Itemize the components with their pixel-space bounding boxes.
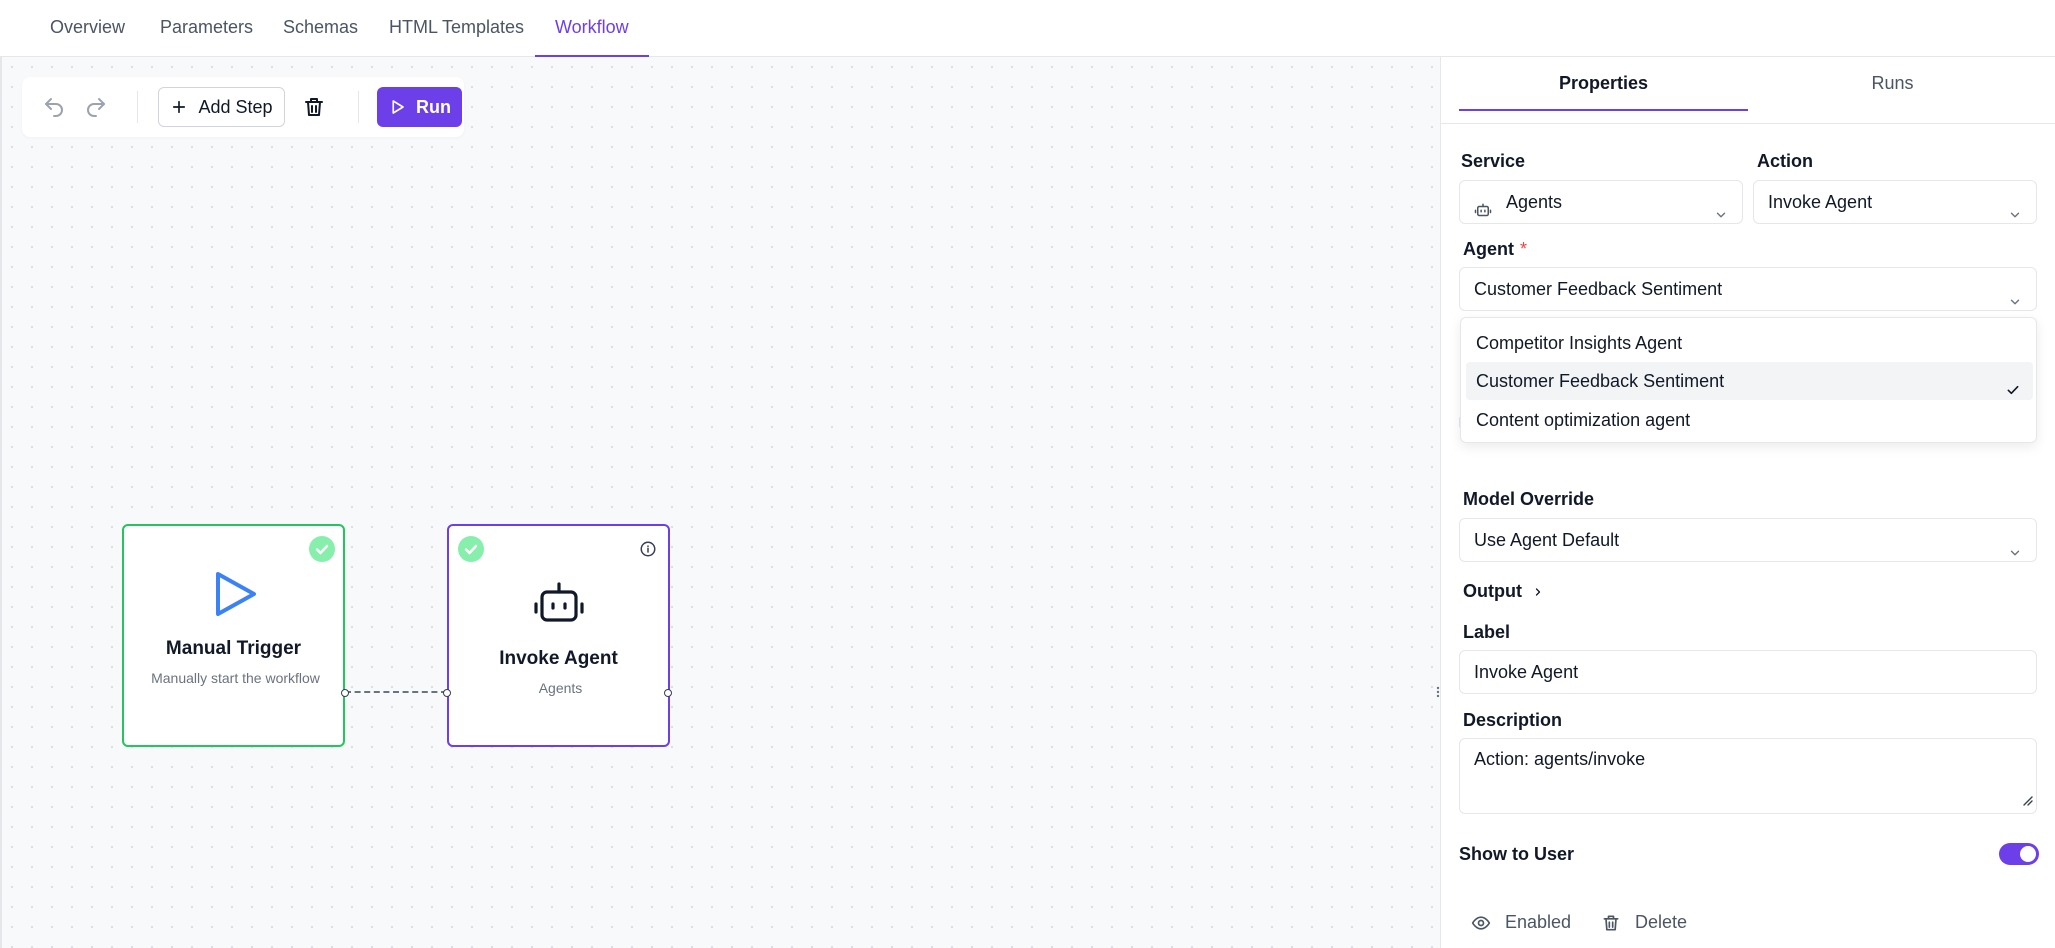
run-label: Run	[416, 96, 451, 117]
invoke-agent-node[interactable]: Invoke Agent Agents	[443, 524, 672, 747]
chevron-down-icon	[1714, 195, 1728, 218]
output-handle[interactable]	[664, 689, 672, 697]
robot-icon	[533, 580, 585, 631]
required-mark: *	[1520, 239, 1528, 259]
toolbar-divider	[137, 91, 138, 123]
workflow-canvas[interactable]: Add Step Run	[0, 57, 1440, 948]
agent-option[interactable]: Competitor Insights Agent	[1466, 324, 2033, 362]
success-check-icon	[309, 536, 335, 562]
run-button[interactable]: Run	[377, 87, 462, 127]
service-label: Service	[1461, 151, 1526, 171]
node-subtitle: Manually start the workflow	[151, 670, 320, 686]
resize-grip-icon[interactable]	[2021, 790, 2033, 811]
check-icon	[2005, 373, 2021, 395]
tab-runs[interactable]: Runs	[1748, 57, 2037, 111]
manual-trigger-node[interactable]: Manual Trigger Manually start the workfl…	[122, 524, 349, 747]
trash-icon	[1603, 915, 1619, 930]
agent-dropdown-list: Competitor Insights Agent Customer Feedb…	[1460, 317, 2037, 443]
tab-schemas[interactable]: Schemas	[263, 0, 378, 57]
delete-label: Delete	[1635, 912, 1688, 932]
tab-html-templates[interactable]: HTML Templates	[369, 0, 544, 57]
undo-icon[interactable]	[42, 95, 66, 119]
properties-panel: Properties Runs Service Action Agents In…	[1440, 57, 2055, 948]
tab-properties[interactable]: Properties	[1459, 57, 1748, 111]
robot-icon	[1474, 193, 1492, 235]
agent-option[interactable]: Content optimization agent	[1466, 401, 2033, 439]
add-step-button[interactable]: Add Step	[158, 87, 285, 127]
output-handle[interactable]	[341, 689, 349, 697]
node-subtitle: Agents	[538, 680, 583, 696]
chevron-down-icon	[2008, 195, 2022, 218]
panel-divider	[1441, 123, 2055, 124]
description-textarea[interactable]: Action: agents/invoke	[1459, 738, 2037, 814]
top-tab-bar: Overview Parameters Schemas HTML Templat…	[0, 0, 2055, 57]
agent-option-selected[interactable]: Customer Feedback Sentiment	[1466, 362, 2033, 400]
model-override-select[interactable]: Use Agent Default	[1459, 518, 2037, 562]
show-to-user-label: Show to User	[1459, 844, 1575, 864]
tab-overview[interactable]: Overview	[30, 0, 145, 57]
input-handle[interactable]	[443, 689, 451, 697]
description-label: Description	[1463, 710, 1563, 730]
node-title: Manual Trigger	[165, 638, 302, 659]
agent-select[interactable]: Customer Feedback Sentiment	[1459, 267, 2037, 311]
service-select-value: Agents	[1506, 192, 1563, 212]
play-icon	[392, 100, 404, 114]
action-select[interactable]: Invoke Agent	[1753, 180, 2037, 224]
label-input[interactable]: Invoke Agent	[1459, 650, 2037, 694]
add-step-label: Add Step	[198, 96, 273, 117]
agent-select-value: Customer Feedback Sentiment	[1474, 279, 1723, 299]
node-title: Invoke Agent	[499, 648, 618, 669]
enabled-button[interactable]: Enabled	[1471, 912, 1571, 933]
action-label: Action	[1757, 151, 1813, 171]
chevron-down-icon	[2008, 533, 2022, 556]
enabled-label: Enabled	[1505, 912, 1572, 932]
agent-label: Agent *	[1463, 239, 1528, 259]
service-select[interactable]: Agents	[1459, 180, 1743, 224]
chevron-right-icon	[1535, 587, 1541, 596]
node-connection-edge	[345, 691, 447, 693]
toggle-knob	[2020, 846, 2036, 862]
label-field-label: Label	[1463, 622, 1511, 642]
toolbar-divider	[358, 91, 359, 123]
model-override-value: Use Agent Default	[1474, 530, 1620, 550]
trash-icon	[305, 98, 323, 116]
canvas-toolbar: Add Step Run	[22, 77, 464, 137]
info-icon[interactable]	[639, 540, 657, 563]
redo-icon[interactable]	[84, 95, 108, 119]
plus-icon	[173, 100, 186, 114]
description-value: Action: agents/invoke	[1474, 749, 1646, 769]
show-to-user-toggle[interactable]	[1999, 843, 2039, 865]
tab-workflow[interactable]: Workflow	[535, 0, 649, 57]
delete-button[interactable]: Delete	[1601, 912, 1687, 933]
output-section-toggle[interactable]: Output	[1463, 581, 1544, 602]
play-icon	[210, 568, 260, 625]
eye-icon	[1471, 915, 1491, 930]
model-override-label: Model Override	[1463, 489, 1595, 509]
chevron-down-icon	[2008, 282, 2022, 305]
tab-parameters[interactable]: Parameters	[140, 0, 273, 57]
success-check-icon	[458, 536, 484, 562]
action-select-value: Invoke Agent	[1768, 192, 1873, 212]
delete-step-button[interactable]	[302, 95, 326, 119]
